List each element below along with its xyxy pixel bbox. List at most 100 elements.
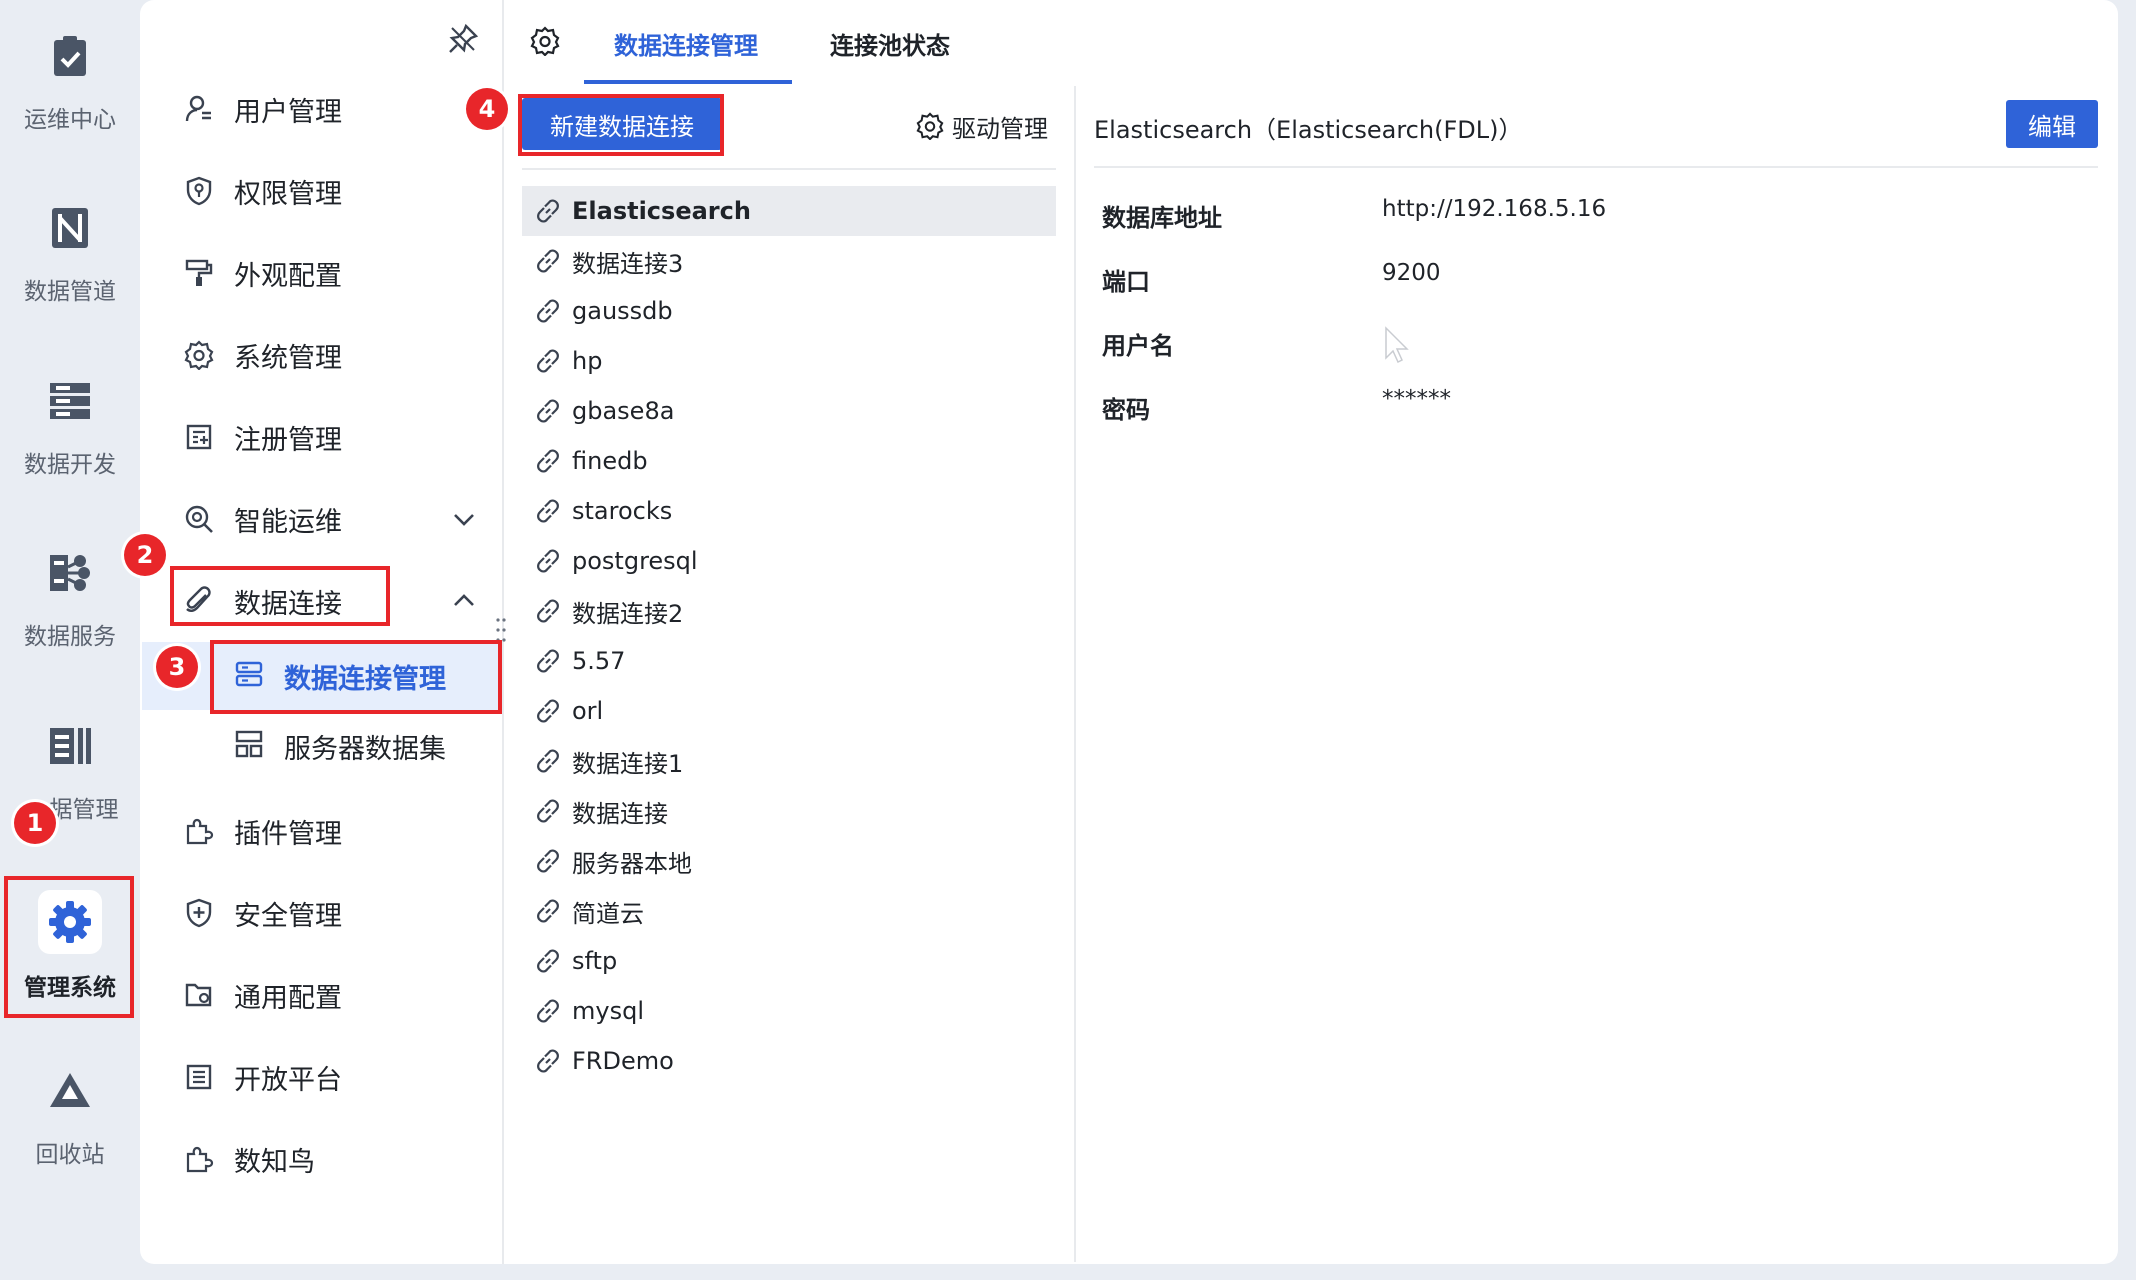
link-icon — [534, 247, 562, 275]
edit-button[interactable]: 编辑 — [2006, 100, 2098, 148]
menu-item-label: 系统管理 — [234, 342, 342, 374]
gear-icon[interactable] — [530, 26, 564, 60]
menu-item-register[interactable]: 注册管理 — [140, 402, 502, 472]
rail-label: 数据开发 — [24, 452, 116, 478]
step-badge-1: 1 — [14, 802, 56, 844]
connection-list-item[interactable]: 数据连接1 — [522, 736, 1056, 786]
connection-name: 简道云 — [572, 899, 644, 928]
field-label-username: 用户名 — [1102, 332, 1174, 360]
menu-item-label: 数知鸟 — [234, 1146, 315, 1178]
link-icon — [534, 297, 562, 325]
link-icon — [534, 847, 562, 875]
menu-item-label: 外观配置 — [234, 260, 342, 292]
connection-detail-pane: Elasticsearch（Elasticsearch(FDL)） 编辑 数据库… — [1076, 86, 2118, 1262]
puzzle-icon — [182, 1142, 216, 1176]
connection-name: FRDemo — [572, 1047, 674, 1075]
mouse-cursor-icon — [1384, 326, 1412, 366]
step-badge-4: 4 — [466, 88, 508, 130]
rail-item-data-pipeline[interactable]: 数据管道 — [0, 182, 140, 332]
step-badge-3: 3 — [156, 646, 198, 688]
new-connection-button[interactable]: 新建数据连接 — [522, 98, 722, 150]
menu-item-general-config[interactable]: 通用配置 — [140, 960, 502, 1030]
connection-list-item[interactable]: 5.57 — [522, 636, 1056, 686]
tab-connection-manage[interactable]: 数据连接管理 — [614, 26, 758, 61]
menu-item-smart-ops[interactable]: 智能运维 — [140, 484, 502, 554]
field-label-db-address: 数据库地址 — [1102, 204, 1222, 232]
connection-list-item[interactable]: hp — [522, 336, 1056, 386]
connection-list-item[interactable]: gaussdb — [522, 286, 1056, 336]
submenu-item-label: 服务器数据集 — [284, 734, 446, 765]
menu-item-label: 注册管理 — [234, 424, 342, 456]
field-value-db-address: http://192.168.5.16 — [1382, 196, 1607, 222]
link-icon — [534, 497, 562, 525]
rail-item-admin-system[interactable]: 管理系统 — [0, 876, 140, 1026]
connection-list-item[interactable]: starocks — [522, 486, 1056, 536]
menu-item-security[interactable]: 安全管理 — [140, 878, 502, 948]
connection-list: Elasticsearch 数据连接3 gaussdb hp gbase8a finedb… — [522, 186, 1056, 1086]
data-service-icon — [46, 549, 94, 597]
link-icon — [534, 647, 562, 675]
driver-manage-button[interactable]: 驱动管理 — [916, 106, 1048, 146]
menu-item-label: 开放平台 — [234, 1064, 342, 1096]
connection-name: 数据连接 — [572, 799, 668, 828]
menu-item-user-manage[interactable]: 用户管理 — [140, 74, 502, 144]
menu-item-appearance[interactable]: 外观配置 — [140, 238, 502, 308]
submenu-item-connection-manage[interactable]: 数据连接管理 — [142, 642, 502, 710]
rail-item-data-service[interactable]: 数据服务 — [0, 527, 140, 677]
rail-item-recycle-bin[interactable]: 回收站 — [0, 1045, 140, 1195]
data-manage-icon — [46, 722, 94, 770]
link-icon — [534, 197, 562, 225]
admin-menu: 用户管理 权限管理 外观配置 系统管理 注册管理 智能运维 数据连接 数据连接管… — [140, 0, 504, 1264]
connection-name: starocks — [572, 497, 673, 525]
rail-label: 管理系统 — [24, 975, 116, 1001]
rail-label: 数据管道 — [24, 279, 116, 305]
link-icon — [534, 947, 562, 975]
rail-item-data-dev[interactable]: 数据开发 — [0, 355, 140, 505]
divider — [1094, 166, 2098, 168]
paint-roller-icon — [182, 256, 216, 290]
menu-item-open-platform[interactable]: 开放平台 — [140, 1042, 502, 1112]
connection-name: mysql — [572, 997, 644, 1025]
menu-item-label: 安全管理 — [234, 900, 342, 932]
db-connection-icon — [234, 659, 268, 693]
connection-name: Elasticsearch — [572, 197, 751, 225]
submenu-item-server-dataset[interactable]: 服务器数据集 — [142, 712, 502, 780]
menu-item-data-connection[interactable]: 数据连接 — [140, 566, 502, 636]
connection-list-item[interactable]: 数据连接3 — [522, 236, 1056, 286]
menu-item-plugin[interactable]: 插件管理 — [140, 796, 502, 866]
connection-list-item[interactable]: finedb — [522, 436, 1056, 486]
connection-list-item[interactable]: FRDemo — [522, 1036, 1056, 1086]
connection-list-item[interactable]: 数据连接 — [522, 786, 1056, 836]
tab-pool-status[interactable]: 连接池状态 — [830, 26, 950, 61]
chevron-down-icon[interactable] — [450, 505, 478, 533]
tab-bar: 数据连接管理 连接池状态 — [504, 0, 2118, 86]
submenu-item-label: 数据连接管理 — [284, 664, 446, 695]
connection-list-item[interactable]: sftp — [522, 936, 1056, 986]
connection-list-item[interactable]: mysql — [522, 986, 1056, 1036]
connection-list-item[interactable]: orl — [522, 686, 1056, 736]
recycle-icon — [46, 1067, 94, 1115]
gear-icon — [916, 112, 944, 140]
connection-list-item[interactable]: 数据连接2 — [522, 586, 1056, 636]
field-value-password: ****** — [1382, 386, 1451, 412]
chevron-up-icon[interactable] — [450, 587, 478, 615]
pin-icon[interactable] — [446, 22, 480, 56]
smart-ops-icon — [182, 502, 216, 536]
menu-item-system[interactable]: 系统管理 — [140, 320, 502, 390]
connection-name: 数据连接1 — [572, 749, 684, 778]
field-label-password: 密码 — [1102, 396, 1150, 424]
connection-list-item[interactable]: 简道云 — [522, 886, 1056, 936]
connection-list-item[interactable]: gbase8a — [522, 386, 1056, 436]
gear-icon — [182, 338, 216, 372]
menu-item-permission[interactable]: 权限管理 — [140, 156, 502, 226]
connection-list-item[interactable]: Elasticsearch — [522, 186, 1056, 236]
divider — [522, 168, 1056, 170]
detail-title: Elasticsearch（Elasticsearch(FDL)） — [1094, 116, 1523, 144]
menu-item-shuzhiniao[interactable]: 数知鸟 — [140, 1124, 502, 1194]
connection-name: 服务器本地 — [572, 849, 692, 878]
connection-list-item[interactable]: 服务器本地 — [522, 836, 1056, 886]
gear-icon — [38, 890, 102, 954]
rail-item-ops-center[interactable]: 运维中心 — [0, 10, 140, 160]
list-icon — [182, 1060, 216, 1094]
connection-list-item[interactable]: postgresql — [522, 536, 1056, 586]
